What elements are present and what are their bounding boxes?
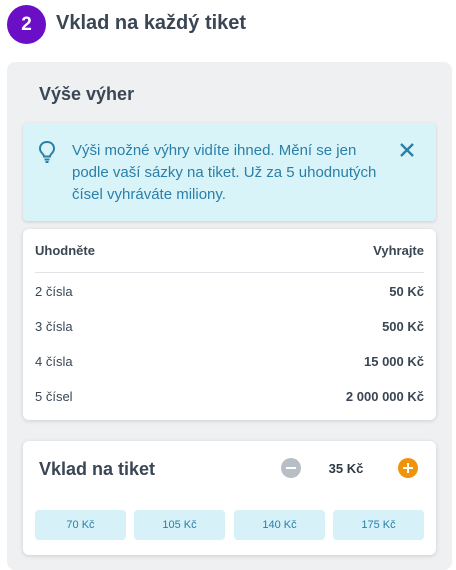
row-win: 2 000 000 Kč (345, 389, 424, 404)
table-header: Uhodněte Vyhrajte (35, 243, 424, 273)
step-header: 2 Vklad na každý tiket (0, 0, 456, 50)
row-win: 50 Kč (389, 284, 424, 299)
row-win: 500 Kč (382, 319, 424, 334)
panel-title: Výše výher (39, 84, 135, 104)
stake-card: Vklad na tiket 35 Kč 70 Kč 105 Kč 140 Kč… (23, 441, 436, 555)
row-guess: 5 čísel (35, 389, 73, 404)
row-win: 15 000 Kč (364, 354, 424, 369)
step-title: Vklad na každý tiket (56, 12, 247, 34)
info-text: Výši možné výhry vidíte ihned. Mění se j… (72, 142, 377, 203)
row-guess: 3 čísla (35, 319, 73, 334)
header-guess: Uhodněte (35, 243, 95, 258)
decrease-stake-button[interactable] (281, 458, 301, 478)
info-alert: Výši možné výhry vidíte ihned. Mění se j… (23, 123, 436, 221)
table-row: 3 čísla 500 Kč (35, 319, 424, 339)
close-icon[interactable] (397, 140, 417, 160)
row-guess: 4 čísla (35, 354, 73, 369)
preset-stake-button[interactable]: 105 Kč (134, 510, 225, 540)
table-row: 2 čísla 50 Kč (35, 284, 424, 304)
header-win: Vyhrajte (373, 243, 424, 258)
stake-title: Vklad na tiket (39, 459, 156, 479)
table-row: 4 čísla 15 000 Kč (35, 354, 424, 374)
increase-stake-button[interactable] (398, 458, 418, 478)
stake-value: 35 Kč (328, 461, 364, 476)
step-number-badge: 2 (7, 5, 46, 44)
preset-stake-button[interactable]: 70 Kč (35, 510, 126, 540)
preset-stake-button[interactable]: 140 Kč (234, 510, 325, 540)
table-row: 5 čísel 2 000 000 Kč (35, 389, 424, 409)
winnings-panel: Výše výher Výši možné výhry vidíte ihned… (7, 62, 452, 570)
prize-table: Uhodněte Vyhrajte 2 čísla 50 Kč 3 čísla … (23, 229, 436, 420)
preset-stake-button[interactable]: 175 Kč (333, 510, 424, 540)
row-guess: 2 čísla (35, 284, 73, 299)
lightbulb-icon (38, 140, 56, 163)
